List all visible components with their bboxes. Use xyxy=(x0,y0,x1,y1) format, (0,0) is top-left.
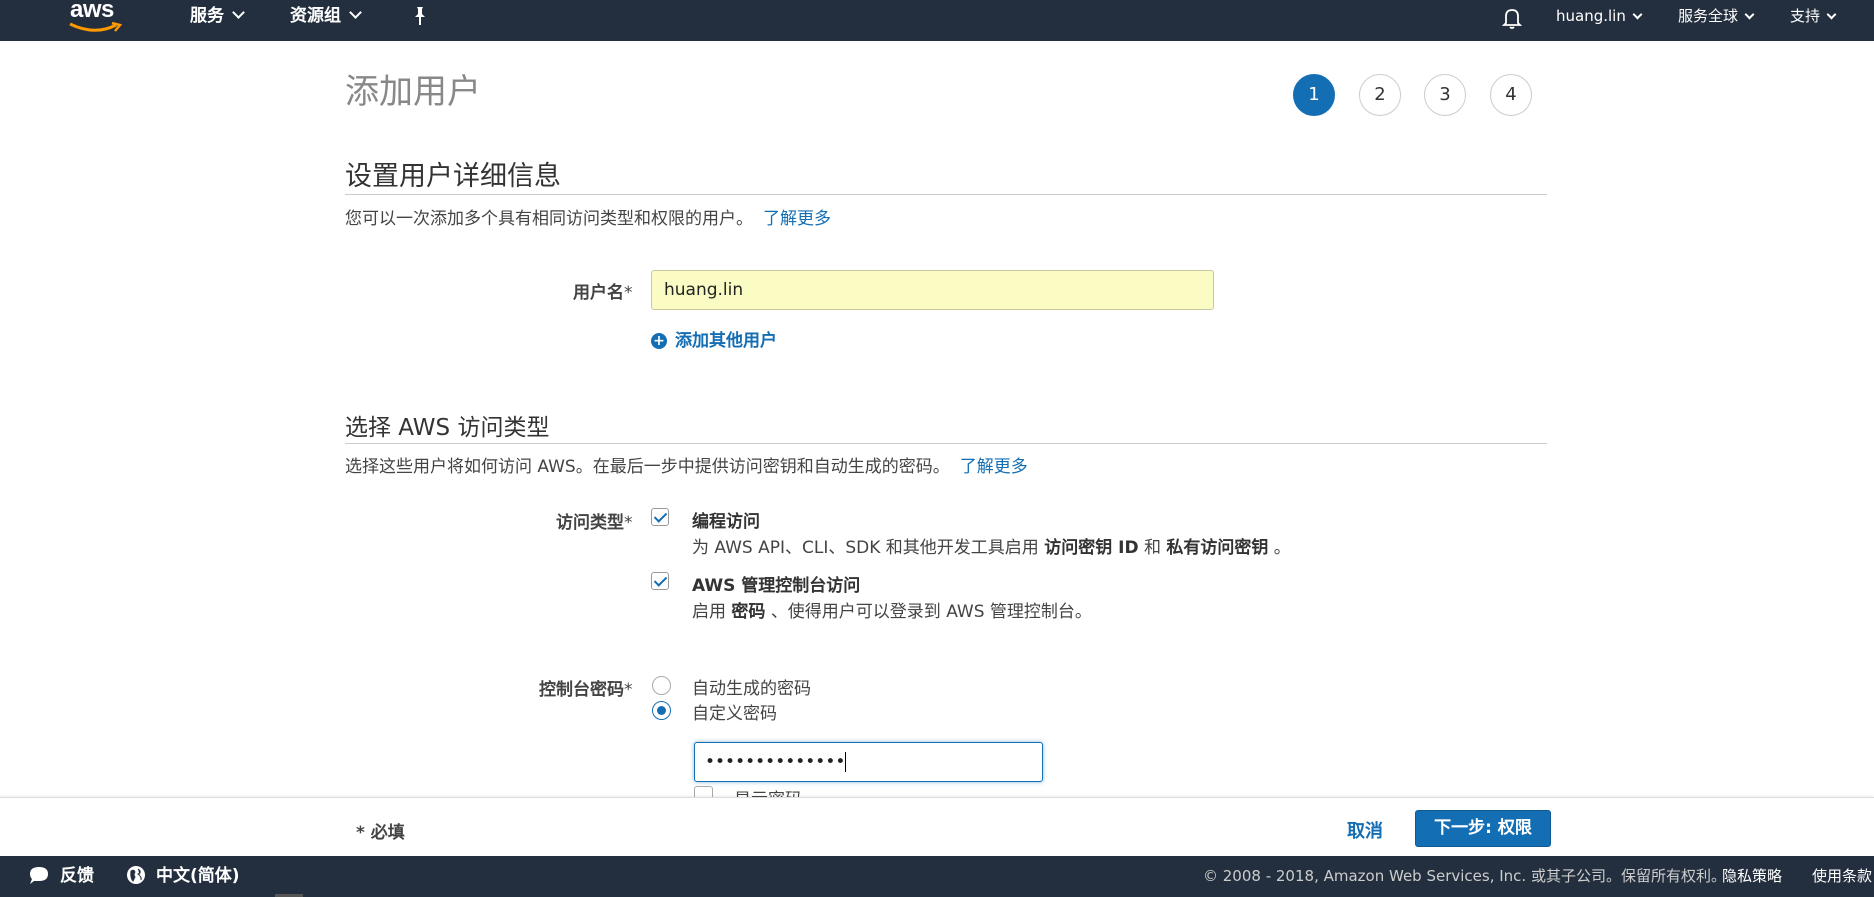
auto-generated-password-radio[interactable] xyxy=(652,676,671,695)
chevron-down-icon xyxy=(1632,9,1643,20)
password-text: 密码 xyxy=(731,602,766,622)
console-access-checkbox[interactable] xyxy=(651,572,669,590)
programmatic-access-title: 编程访问 xyxy=(692,512,760,532)
wizard-action-bar: * 必填 取消 下一步: 权限 xyxy=(0,797,1874,857)
resource-groups-menu[interactable]: 资源组 xyxy=(290,0,362,33)
username-input[interactable] xyxy=(651,270,1214,310)
chevron-down-icon xyxy=(232,6,245,19)
console-access-title: AWS 管理控制台访问 xyxy=(692,576,861,596)
custom-password-input[interactable]: •••••••••••••• xyxy=(694,742,1043,782)
chevron-down-icon xyxy=(1826,9,1837,20)
language-label: 中文(简体) xyxy=(156,866,240,886)
terms-of-use-link[interactable]: 使用条款 xyxy=(1812,856,1872,897)
privacy-policy-link[interactable]: 隐私策略 xyxy=(1722,856,1782,897)
console-access-description: 启用 密码 、使得用户可以登录到 AWS 管理控制台。 xyxy=(692,597,1092,622)
page-title: 添加用户 xyxy=(345,72,481,112)
support-menu[interactable]: 支持 xyxy=(1790,0,1837,33)
console-password-label-text: 控制台密码 xyxy=(539,680,624,700)
globe-icon xyxy=(127,866,145,884)
step-2[interactable]: 2 xyxy=(1359,74,1401,116)
programmatic-desc-and: 和 xyxy=(1143,538,1161,558)
password-value: •••••••••••••• xyxy=(705,752,846,772)
console-desc-suffix: 、使得用户可以登录到 AWS 管理控制台。 xyxy=(770,602,1092,622)
access-type-description-text: 选择这些用户将如何访问 AWS。在最后一步中提供访问密钥和自动生成的密码。 xyxy=(345,457,950,477)
aws-smile-icon xyxy=(69,22,122,32)
resource-groups-label: 资源组 xyxy=(290,6,341,26)
access-type-description: 选择这些用户将如何访问 AWS。在最后一步中提供访问密钥和自动生成的密码。 了解更… xyxy=(345,452,1028,477)
access-type-label: 访问类型* xyxy=(556,508,633,533)
programmatic-access-description: 为 AWS API、CLI、SDK 和其他开发工具启用 访问密钥 ID 和 私有… xyxy=(692,533,1291,558)
programmatic-desc-prefix: 为 AWS API、CLI、SDK 和其他开发工具启用 xyxy=(692,538,1039,558)
pin-icon[interactable] xyxy=(410,5,430,27)
speech-bubble-icon xyxy=(30,867,48,884)
console-desc-prefix: 启用 xyxy=(692,602,726,622)
programmatic-desc-suffix: 。 xyxy=(1273,538,1291,558)
aws-logo[interactable]: aws xyxy=(70,0,114,24)
learn-more-link[interactable]: 了解更多 xyxy=(960,457,1028,477)
services-menu[interactable]: 服务 xyxy=(190,0,245,33)
plus-circle-icon: + xyxy=(651,333,667,349)
add-another-user-label: 添加其他用户 xyxy=(675,331,777,351)
add-another-user-link[interactable]: + 添加其他用户 xyxy=(651,326,777,351)
text-caret xyxy=(845,752,847,772)
username-label: 用户名* xyxy=(573,278,633,303)
required-mark: * xyxy=(624,283,633,303)
step-3[interactable]: 3 xyxy=(1424,74,1466,116)
step-4[interactable]: 4 xyxy=(1490,74,1532,116)
console-password-label: 控制台密码* xyxy=(539,675,633,700)
username-label-text: 用户名 xyxy=(573,283,624,303)
secret-access-key-text: 私有访问密钥 xyxy=(1166,538,1269,558)
access-type-label-text: 访问类型 xyxy=(556,513,624,533)
learn-more-link[interactable]: 了解更多 xyxy=(763,209,831,229)
required-mark: * xyxy=(624,513,633,533)
user-menu[interactable]: huang.lin xyxy=(1556,0,1643,33)
access-key-id-text: 访问密钥 ID xyxy=(1044,538,1139,558)
required-mark: * xyxy=(624,680,633,700)
custom-password-radio[interactable] xyxy=(652,701,671,720)
cancel-button[interactable]: 取消 xyxy=(1347,817,1383,843)
support-label: 支持 xyxy=(1790,7,1821,25)
region-label: 服务全球 xyxy=(1678,7,1739,25)
user-details-description-text: 您可以一次添加多个具有相同访问类型和权限的用户。 xyxy=(345,209,753,229)
footer-bar: 反馈 中文(简体) © 2008 - 2018, Amazon Web Serv… xyxy=(0,856,1874,897)
feedback-label: 反馈 xyxy=(60,866,94,886)
section-divider xyxy=(345,194,1547,195)
language-selector[interactable]: 中文(简体) xyxy=(126,856,240,897)
chevron-down-icon xyxy=(349,6,362,19)
feedback-button[interactable]: 反馈 xyxy=(28,856,94,897)
required-note: * 必填 xyxy=(356,823,405,843)
top-navigation-bar: aws 服务 资源组 huang.lin 服务全球 支持 xyxy=(0,0,1874,41)
next-permissions-button[interactable]: 下一步: 权限 xyxy=(1415,810,1551,847)
programmatic-access-checkbox[interactable] xyxy=(651,508,669,526)
user-details-description: 您可以一次添加多个具有相同访问类型和权限的用户。 了解更多 xyxy=(345,204,831,229)
copyright-text: © 2008 - 2018, Amazon Web Services, Inc.… xyxy=(1203,867,1726,885)
user-details-heading: 设置用户详细信息 xyxy=(345,161,561,192)
region-menu[interactable]: 服务全球 xyxy=(1678,0,1755,33)
chevron-down-icon xyxy=(1744,9,1755,20)
notifications-bell-icon[interactable] xyxy=(1500,6,1524,30)
user-name: huang.lin xyxy=(1556,7,1626,25)
services-label: 服务 xyxy=(190,6,224,26)
auto-generated-password-label: 自动生成的密码 xyxy=(692,679,811,699)
section-divider xyxy=(345,443,1547,444)
step-1[interactable]: 1 xyxy=(1293,74,1335,116)
custom-password-label: 自定义密码 xyxy=(692,704,777,724)
access-type-heading: 选择 AWS 访问类型 xyxy=(345,415,550,441)
